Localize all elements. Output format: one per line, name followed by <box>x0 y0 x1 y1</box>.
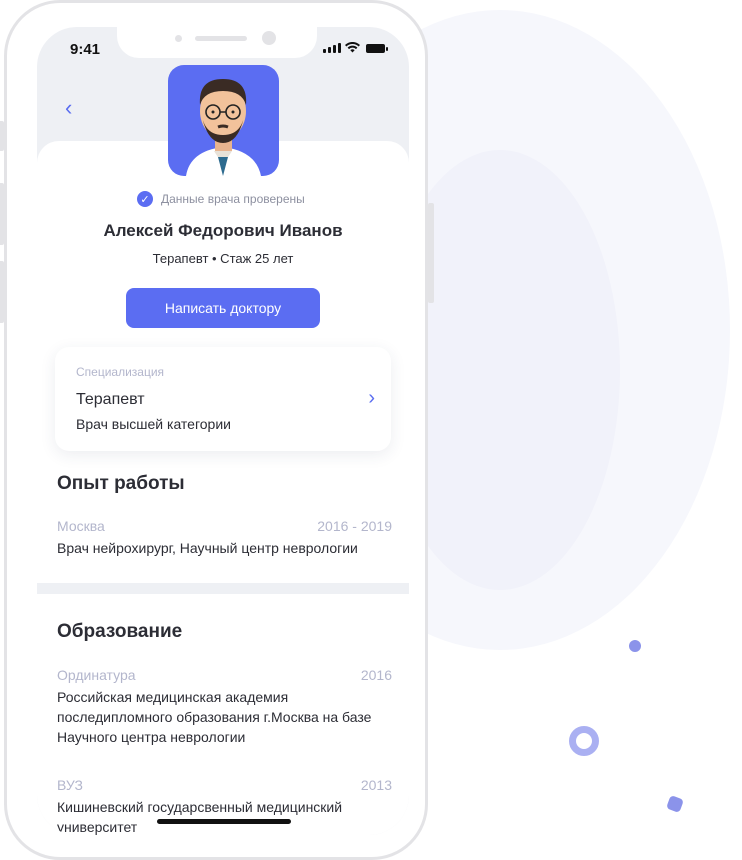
decorative-dot <box>629 640 641 652</box>
verified-label: Данные врача проверены <box>161 192 305 206</box>
check-circle-icon: ✓ <box>137 191 153 207</box>
doctor-name: Алексей Федорович Иванов <box>103 221 343 240</box>
specialization-title: Терапевт <box>76 391 145 408</box>
chevron-right-icon: › <box>368 387 375 409</box>
phone-screen: 9:41 ‹ ✓ Данные врача проверены Алексей … <box>37 27 409 835</box>
education-institution: Кишиневский государсвенный медицинский у… <box>57 799 343 835</box>
phone-notch <box>117 27 317 58</box>
education-year: 2013 <box>360 777 392 793</box>
education-year: 2016 <box>360 667 392 683</box>
education-institution: Российская медицинская академия последип… <box>57 689 372 745</box>
doctor-illustration <box>186 79 261 176</box>
back-chevron-icon[interactable]: ‹ <box>65 95 72 121</box>
status-icons <box>323 42 388 53</box>
specialization-label: Специализация <box>76 365 165 379</box>
status-time: 9:41 <box>70 41 101 58</box>
phone-frame: 9:41 ‹ ✓ Данные врача проверены Алексей … <box>0 0 434 860</box>
phone-volume-down-button <box>0 261 4 323</box>
experience-city: Москва <box>57 518 105 534</box>
verified-badge: ✓ Данные врача проверены <box>137 191 305 207</box>
phone-power-button <box>428 203 434 303</box>
section-divider <box>37 583 409 594</box>
decorative-ring <box>569 726 599 756</box>
phone-mute-button <box>0 121 4 151</box>
battery-icon <box>366 44 388 53</box>
specialization-description: Врач высшей категории <box>76 416 231 432</box>
doctor-subtitle: Терапевт • Стаж 25 лет <box>152 251 294 266</box>
decorative-square <box>666 795 684 813</box>
front-camera <box>262 31 276 45</box>
wifi-icon <box>345 42 360 53</box>
education-type: ВУЗ <box>57 777 83 793</box>
sensor-dot <box>175 35 182 42</box>
phone-volume-up-button <box>0 183 4 245</box>
speaker-grille <box>195 36 247 41</box>
doctor-profile-card: ✓ Данные врача проверены Алексей Федоров… <box>37 65 409 835</box>
doctor-avatar <box>168 65 279 176</box>
education-heading: Образование <box>57 621 183 642</box>
specialization-card[interactable]: Специализация Терапевт Врач высшей катег… <box>55 347 391 451</box>
cellular-signal-icon <box>323 43 341 53</box>
write-doctor-button[interactable]: Написать доктору <box>126 288 320 328</box>
experience-position: Врач нейрохирург, Научный центр невролог… <box>57 540 358 556</box>
home-indicator <box>157 819 291 824</box>
experience-heading: Опыт работы <box>57 473 185 494</box>
experience-years: 2016 - 2019 <box>317 518 392 534</box>
education-type: Ординатура <box>57 667 136 683</box>
